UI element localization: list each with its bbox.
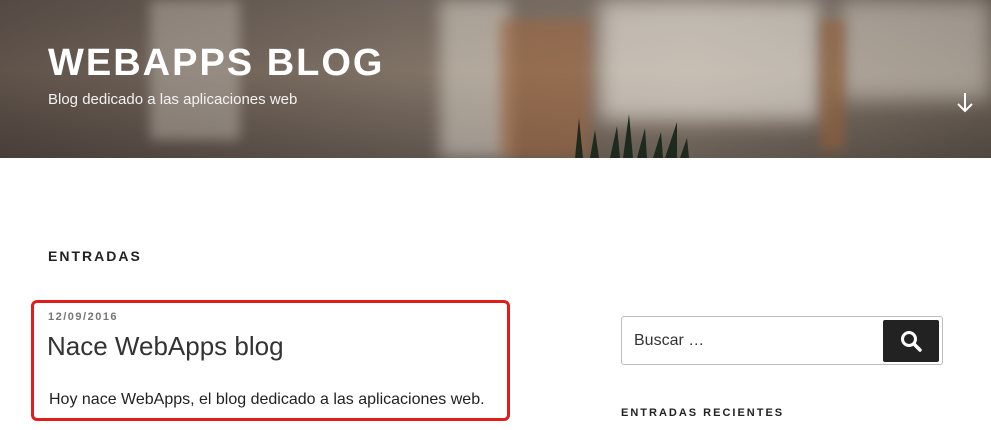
post-excerpt: Hoy nace WebApps, el blog dedicado a las… — [49, 391, 485, 408]
plant-image — [575, 114, 689, 158]
search-button[interactable] — [883, 320, 939, 362]
header-background-window — [600, 0, 820, 120]
recent-posts-title: ENTRADAS RECIENTES — [621, 407, 785, 419]
arrow-down-icon[interactable] — [952, 90, 978, 116]
site-header: WEBAPPS BLOG Blog dedicado a las aplicac… — [0, 0, 991, 158]
search-input[interactable] — [623, 318, 881, 363]
page-title: ENTRADAS — [48, 248, 142, 264]
post-highlight-box: 12/09/2016 Nace WebApps blog Hoy nace We… — [31, 300, 510, 421]
site-description: Blog dedicado a las aplicaciones web — [48, 91, 298, 108]
post-title-link[interactable]: Nace WebApps blog — [47, 331, 284, 362]
header-background-window — [840, 0, 990, 100]
search-icon — [901, 331, 922, 352]
post-date-link[interactable]: 12/09/2016 — [48, 311, 118, 323]
site-title-link[interactable]: WEBAPPS BLOG — [48, 42, 384, 85]
search-form — [621, 316, 943, 365]
header-background-wood — [820, 20, 845, 150]
